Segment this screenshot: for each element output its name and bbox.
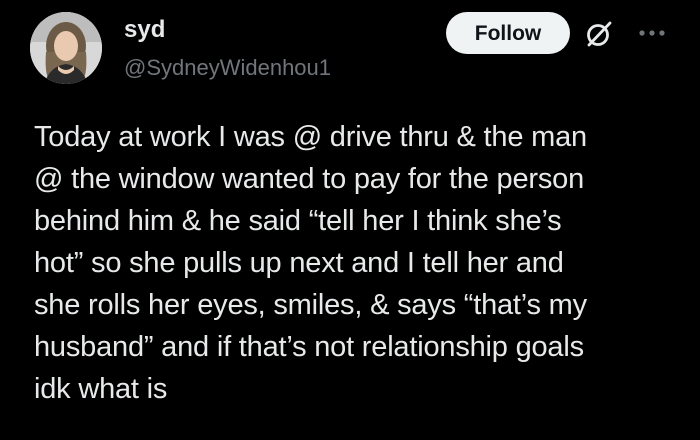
tweet-text: Today at work I was @ drive thru & the m…: [34, 121, 587, 405]
profile-photo-icon: [30, 12, 102, 84]
author-display-name[interactable]: syd: [124, 16, 165, 44]
follow-button[interactable]: Follow: [446, 12, 570, 54]
avatar[interactable]: [30, 12, 102, 84]
tweet-card: syd @SydneyWidenhou1 Follow Today at wor…: [0, 0, 700, 440]
more-dots-icon[interactable]: [636, 26, 668, 40]
author-handle[interactable]: @SydneyWidenhou1: [124, 55, 331, 81]
grok-icon[interactable]: [583, 18, 615, 50]
